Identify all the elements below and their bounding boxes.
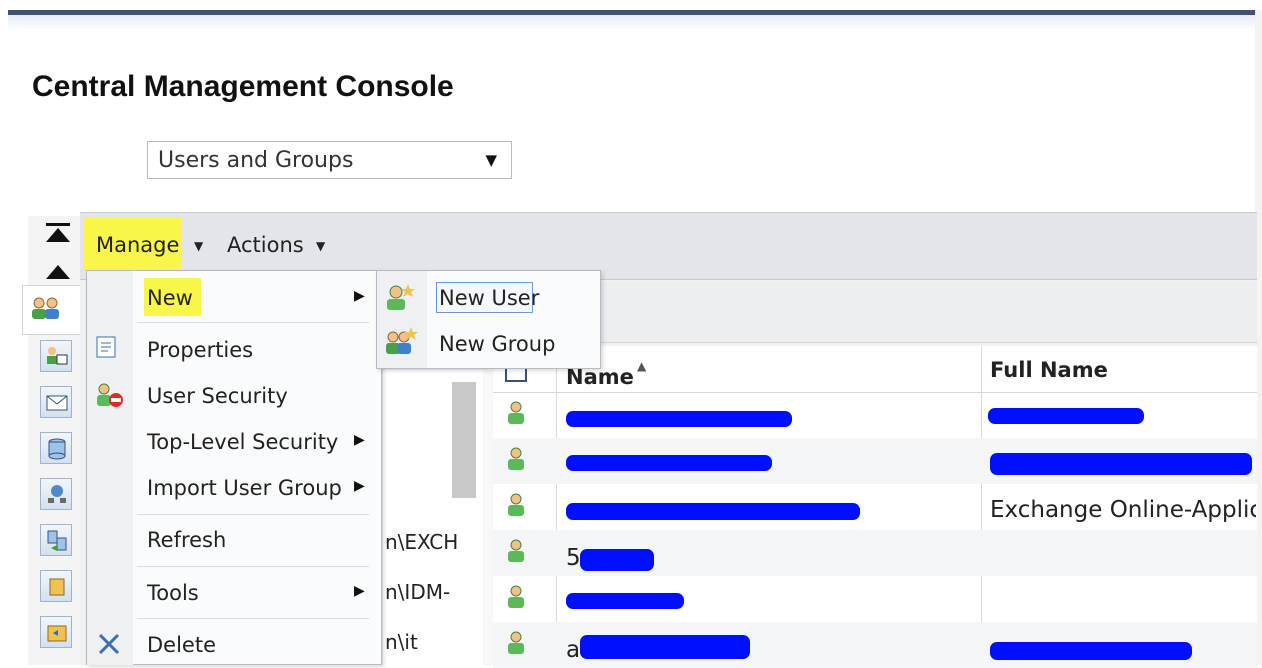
nav-users-groups[interactable]: [22, 285, 80, 335]
database-icon: [48, 438, 66, 460]
properties-icon: [96, 336, 116, 358]
submenu-arrow-icon: ▶: [354, 288, 365, 304]
submenu-arrow-icon: ▶: [354, 432, 365, 448]
menu-item-label: Tools: [147, 581, 199, 605]
menu-item-label: Import User Group: [147, 476, 342, 500]
sort-ascending-icon: ▲: [637, 359, 647, 373]
manage-label: Manage: [96, 233, 180, 257]
window-top-gradient: [8, 15, 1257, 29]
user-icon: [508, 401, 524, 424]
manage-chevron-down-icon: ▼: [194, 239, 204, 253]
nav-access-levels[interactable]: [40, 340, 72, 372]
submenu-arrow-icon: ▶: [354, 583, 365, 599]
user-icon: [508, 585, 524, 608]
menu-item-user-security[interactable]: User Security: [88, 374, 380, 418]
submenu-item-new-group[interactable]: New Group: [378, 322, 599, 366]
menu-separator: [137, 322, 369, 323]
menu-item-refresh[interactable]: Refresh: [88, 518, 380, 562]
redaction-mark: [566, 455, 772, 471]
nav-recycle[interactable]: [40, 616, 72, 648]
replication-icon: [47, 530, 67, 551]
redaction-mark: [990, 642, 1192, 660]
menu-item-label: New: [147, 286, 193, 310]
user-icon: [508, 493, 524, 516]
area-selector-dropdown[interactable]: Users and Groups ▼: [147, 141, 512, 179]
content-subbar: [600, 282, 1257, 343]
nav-inbox[interactable]: [40, 386, 72, 418]
user-security-icon: [97, 383, 123, 407]
tree-item[interactable]: n\it: [385, 630, 418, 654]
menu-item-label: Properties: [147, 338, 254, 362]
menu-item-label: Top-Level Security: [147, 430, 339, 454]
panel-splitter[interactable]: [483, 346, 493, 665]
access-levels-icon: [47, 347, 68, 365]
redaction-mark: [580, 549, 654, 571]
chevron-down-icon: ▼: [485, 151, 497, 169]
submenu-item-new-user[interactable]: New User: [378, 276, 599, 320]
nav-network[interactable]: [40, 478, 72, 510]
envelope-icon: [46, 395, 68, 411]
collapse-top-icon[interactable]: [44, 222, 72, 244]
collapse-up-icon[interactable]: [44, 263, 72, 281]
nav-replication[interactable]: [40, 524, 72, 556]
users-groups-icon: [32, 297, 59, 319]
cell-name: a: [566, 637, 581, 663]
user-icon: [508, 539, 524, 562]
menu-separator: [137, 618, 369, 619]
delete-icon: [98, 633, 120, 655]
cylinder-icon: [49, 578, 65, 596]
new-user-icon: [387, 284, 415, 310]
menu-item-label: User Security: [147, 384, 288, 408]
tree-scrollbar[interactable]: [452, 382, 476, 498]
tree-item[interactable]: n\IDM-: [385, 580, 450, 604]
manage-menu-button[interactable]: Manage ▼: [86, 224, 210, 266]
menu-item-delete[interactable]: Delete: [88, 623, 380, 667]
user-icon: [508, 631, 524, 654]
actions-menu-button[interactable]: Actions ▼: [218, 224, 338, 266]
column-header-full-name[interactable]: Full Name: [990, 358, 1108, 382]
page-title: Central Management Console: [32, 70, 454, 103]
actions-chevron-down-icon: ▼: [316, 239, 326, 253]
menu-item-import-user-group[interactable]: Import User Group ▶: [88, 466, 380, 510]
menu-item-properties[interactable]: Properties: [88, 328, 380, 372]
menu-item-top-level-security[interactable]: Top-Level Security ▶: [88, 420, 380, 464]
menu-item-label: Refresh: [147, 528, 227, 552]
redaction-mark: [988, 408, 1144, 424]
cell-name: 5: [566, 545, 581, 571]
redaction-mark: [566, 411, 792, 427]
submenu-item-label: New Group: [439, 332, 556, 356]
new-group-icon: [386, 327, 418, 354]
network-icon: [48, 485, 66, 503]
cell-full-name: Exchange Online-Applic: [990, 497, 1256, 523]
tree-item[interactable]: n\EXCH: [385, 530, 458, 554]
redaction-mark: [566, 593, 684, 609]
menu-separator: [137, 566, 369, 567]
nav-folders[interactable]: [40, 570, 72, 602]
menu-item-new[interactable]: New ▶: [88, 276, 380, 320]
actions-label: Actions: [227, 233, 304, 257]
user-icon: [508, 447, 524, 470]
redaction-mark: [566, 503, 860, 520]
menu-item-tools[interactable]: Tools ▶: [88, 571, 380, 615]
menu-item-label: Delete: [147, 633, 216, 657]
submenu-arrow-icon: ▶: [354, 478, 365, 494]
area-selector-value: Users and Groups: [158, 148, 354, 173]
redaction-mark: [580, 635, 750, 659]
menu-separator: [137, 514, 369, 515]
redaction-mark: [990, 453, 1252, 475]
submenu-item-label: New User: [439, 286, 540, 310]
nav-servers[interactable]: [40, 432, 72, 464]
recycle-folder-icon: [47, 625, 67, 642]
